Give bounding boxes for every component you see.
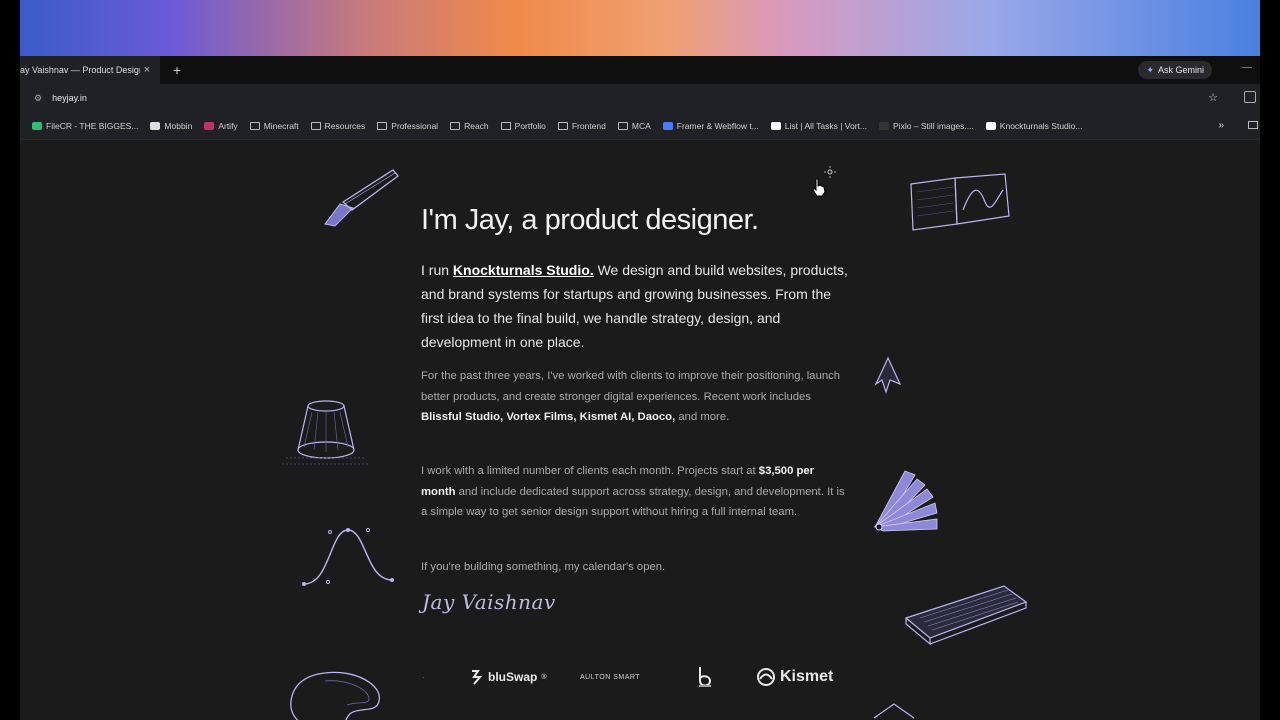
bluswap-registered-mark: ® (541, 673, 547, 681)
hand-cursor-icon (812, 178, 826, 197)
bookmark-item[interactable]: Artify (204, 120, 238, 131)
b-brand-mark-icon (699, 667, 712, 687)
logo-partial: · (422, 672, 425, 682)
folder-icon (249, 121, 260, 130)
folder-icon (310, 121, 321, 130)
intro-lead: I run Knockturnals Studio. We design and… (421, 258, 851, 354)
new-tab-button[interactable]: + (166, 62, 188, 78)
bookmark-item[interactable]: Reach (450, 121, 489, 131)
bookmark-item[interactable]: Frontend (557, 120, 606, 131)
kismet-mark-icon (757, 668, 775, 686)
page-title: I'm Jay, a product designer. (421, 204, 759, 236)
clients-list: Blissful Studio, Vortex Films, Kismet AI… (421, 411, 676, 423)
studio-link[interactable]: Knockturnals Studio. (453, 262, 594, 278)
bookmark-label: Framer & Webflow t... (676, 120, 759, 131)
address-bar[interactable]: ⚙ heyjay.in ☆ (28, 88, 1224, 108)
bookmark-item[interactable]: Knockturnals Studio... (985, 120, 1083, 131)
filecr-favicon (32, 121, 42, 130)
bookmark-label: Mobbin (164, 120, 193, 131)
knockturnals-favicon (985, 121, 996, 130)
bookmark-label: Pixlo – Still images.... (893, 120, 974, 131)
bookmark-item[interactable]: Framer & Webflow t... (662, 120, 759, 131)
bookmark-label: FileCR - THE BIGGES... (46, 120, 139, 131)
site-info-icon[interactable]: ⚙ (34, 93, 42, 104)
pixlo-favicon (879, 121, 890, 130)
bookmark-label: Reach (464, 120, 489, 131)
folder-icon (450, 121, 461, 130)
tab-title: ay Vaishnav — Product Design (20, 65, 140, 75)
folder-icon (377, 121, 388, 130)
bookmark-item[interactable]: Portfolio (500, 120, 546, 131)
calendar-paragraph: If you're building something, my calenda… (421, 561, 666, 573)
experience-tail: and more. (675, 411, 730, 423)
kismet-logo: Kismet (756, 667, 833, 687)
bookmark-label: Portfolio (514, 120, 546, 131)
bell-curve-illustration (302, 528, 394, 586)
bookmark-label: Frontend (571, 120, 606, 131)
artify-favicon (204, 121, 215, 130)
framer-favicon (662, 121, 673, 130)
bluswap-wordmark: bluSwap (488, 670, 538, 684)
client-logos: · bluSwap ® AULTON SMART Kismet (420, 662, 860, 692)
bookmark-item[interactable]: FileCR - THE BIGGES... (32, 121, 138, 131)
folder-icon (557, 121, 568, 130)
tasks-favicon (770, 121, 781, 130)
bookmark-label: Professional (391, 120, 439, 131)
url-text[interactable]: heyjay.in (52, 93, 87, 103)
folder-icon[interactable] (1248, 121, 1258, 129)
bookmark-label: Resources (324, 120, 366, 131)
scalpel-illustration (324, 169, 399, 227)
lead-prefix: I run (421, 262, 453, 278)
minimize-button[interactable]: — (1242, 62, 1252, 73)
browser-window: ay Vaishnav — Product Design × + ✦ Ask G… (20, 56, 1260, 720)
tab-bar: ay Vaishnav — Product Design × + ✦ Ask G… (20, 56, 1260, 84)
bookmark-item[interactable]: Pixlo – Still images.... (879, 121, 974, 131)
tab-active[interactable]: ay Vaishnav — Product Design × (20, 56, 160, 84)
bookmark-item[interactable]: Minecraft (249, 120, 299, 131)
close-icon[interactable]: × (140, 64, 154, 76)
bookmarks-overflow-button[interactable]: » (1218, 120, 1224, 131)
experience-text: For the past three years, I've worked wi… (421, 370, 841, 403)
gemini-sparkle-icon: ✦ (1146, 64, 1154, 75)
toolbar: ⚙ heyjay.in ☆ (20, 84, 1260, 112)
ask-gemini-button[interactable]: ✦ Ask Gemini (1138, 61, 1212, 79)
screen: ay Vaishnav — Product Design × + ✦ Ask G… (0, 0, 1280, 720)
color-swatch-fan-illustration (873, 470, 938, 532)
extensions-icon[interactable] (1244, 91, 1256, 103)
bluswap-mark-icon (472, 670, 483, 685)
mobbin-favicon (150, 121, 161, 130)
bookmark-item[interactable]: Professional (377, 121, 438, 131)
keyboard-illustration (904, 585, 1028, 646)
bookmark-label: Minecraft (263, 120, 299, 131)
kismet-wordmark: Kismet (780, 668, 834, 685)
aulton-smart-logo: AULTON SMART (580, 673, 641, 681)
experience-paragraph: For the past three years, I've worked wi… (421, 366, 851, 428)
pricing-tail: and include dedicated support across str… (421, 485, 845, 519)
web-page: I'm Jay, a product designer. I run Knock… (20, 142, 1260, 720)
b-brand-logo (694, 665, 716, 689)
folder-icon (617, 121, 628, 130)
bookmark-item[interactable]: List | All Tasks | Vort... (770, 120, 868, 131)
pointer-cursor-illustration (874, 356, 902, 394)
bookmark-label: Artify (218, 120, 238, 131)
bookmark-label: List | All Tasks | Vort... (784, 120, 868, 131)
desktop-wallpaper (20, 0, 1260, 56)
notebook-chart-illustration (910, 173, 1010, 231)
palette-illustration (290, 671, 380, 720)
cup-illustration (282, 400, 368, 465)
bookmark-item[interactable]: Resources (310, 120, 366, 131)
signature: Jay Vaishnav (422, 590, 556, 614)
bookmark-label: Knockturnals Studio... (999, 120, 1083, 131)
bookmark-item[interactable]: Mobbin (150, 121, 192, 131)
bookmarks-bar: FileCR - THE BIGGES... Mobbin Artify Minecr… (20, 112, 1260, 140)
bookmark-label: MCA (631, 120, 651, 131)
bookmark-star-icon[interactable]: ☆ (1208, 91, 1218, 104)
pricing-text: I work with a limited number of clients … (421, 465, 759, 477)
ask-gemini-label: Ask Gemini (1157, 65, 1204, 75)
pricing-paragraph: I work with a limited number of clients … (421, 461, 851, 523)
bluswap-logo: bluSwap ® (470, 669, 547, 685)
partial-illustration-bottom (873, 703, 915, 719)
folder-icon (500, 121, 511, 130)
bookmark-item[interactable]: MCA (617, 120, 651, 131)
